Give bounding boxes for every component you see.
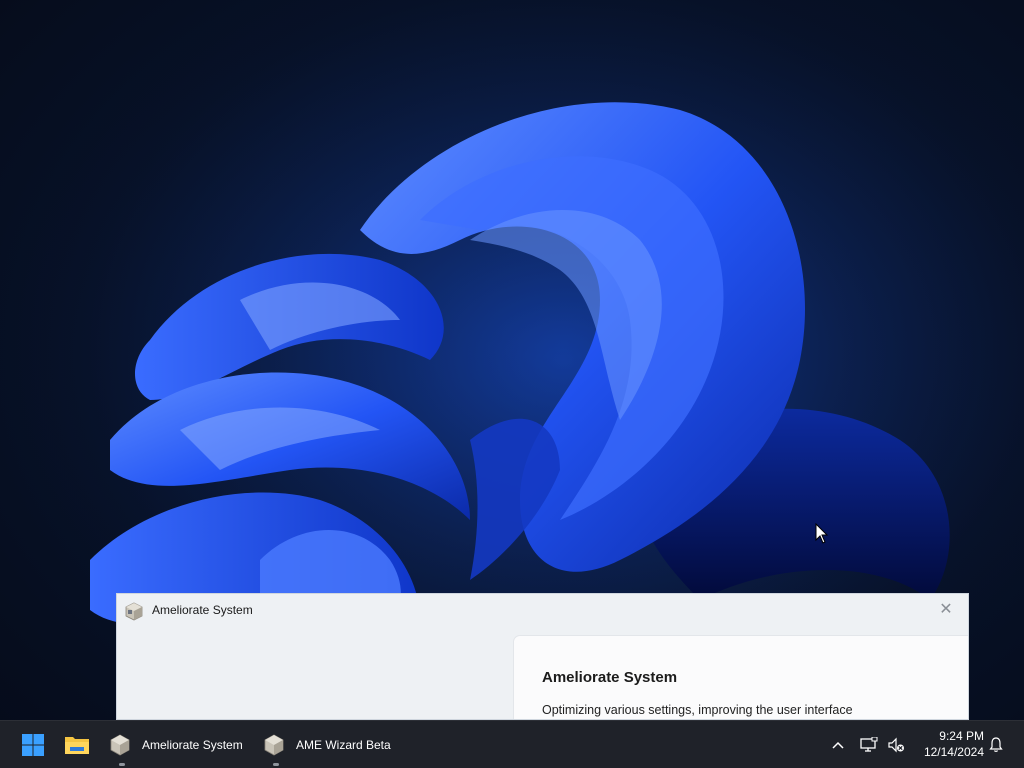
clock[interactable]: 9:24 PM 12/14/2024 bbox=[912, 728, 984, 760]
content-panel: Ameliorate System Optimizing various set… bbox=[513, 635, 968, 719]
network-icon bbox=[860, 737, 878, 752]
ameliorate-app-icon bbox=[124, 601, 144, 621]
windows-start-icon bbox=[22, 734, 44, 756]
running-indicator bbox=[119, 763, 125, 766]
clock-date: 12/14/2024 bbox=[923, 745, 984, 759]
window-titlebar[interactable]: Ameliorate System ✕ bbox=[117, 594, 968, 626]
show-hidden-icons-button[interactable] bbox=[826, 721, 850, 768]
chevron-up-icon bbox=[832, 741, 844, 749]
volume-muted-icon bbox=[888, 737, 904, 753]
close-icon: ✕ bbox=[939, 601, 953, 618]
notifications-button[interactable] bbox=[984, 721, 1008, 768]
panel-description: Optimizing various settings, improving t… bbox=[542, 703, 853, 717]
start-button[interactable] bbox=[14, 721, 52, 768]
ameliorate-app-icon bbox=[110, 734, 130, 756]
running-indicator bbox=[273, 763, 279, 766]
ame-wizard-app-icon bbox=[264, 734, 284, 756]
file-explorer-icon bbox=[65, 737, 89, 754]
desktop: Ameliorate System ✕ Ameliorate System Op… bbox=[0, 0, 1024, 768]
bell-icon bbox=[989, 737, 1003, 752]
taskbar-app-label: AME Wizard Beta bbox=[296, 738, 391, 752]
taskbar-app-ame-wizard[interactable]: AME Wizard Beta bbox=[258, 721, 398, 768]
taskbar: Ameliorate System AME Wizard Beta 9:24 P… bbox=[0, 720, 1024, 768]
taskbar-app-label: Ameliorate System bbox=[142, 738, 243, 752]
panel-heading: Ameliorate System bbox=[542, 669, 678, 686]
file-explorer-button[interactable] bbox=[58, 721, 96, 768]
network-button[interactable] bbox=[856, 721, 882, 768]
close-button[interactable]: ✕ bbox=[928, 596, 964, 622]
mouse-cursor bbox=[815, 522, 829, 545]
ameliorate-window: Ameliorate System ✕ Ameliorate System Op… bbox=[116, 593, 969, 720]
window-title: Ameliorate System bbox=[152, 603, 253, 617]
volume-button[interactable] bbox=[884, 721, 908, 768]
taskbar-app-ameliorate[interactable]: Ameliorate System bbox=[104, 721, 252, 768]
clock-time: 9:24 PM bbox=[939, 729, 984, 743]
